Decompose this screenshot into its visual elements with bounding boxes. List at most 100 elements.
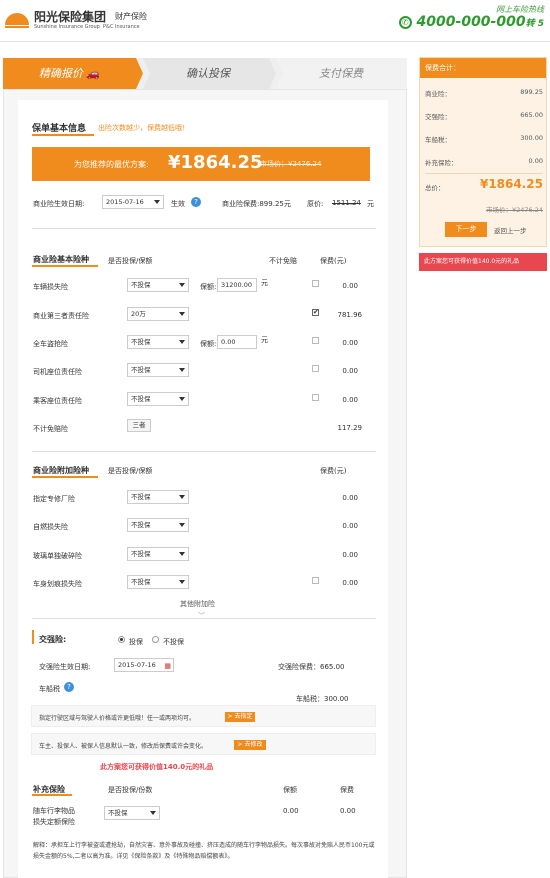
tax-help-icon[interactable]: ?	[64, 682, 74, 692]
brand-name: 阳光保险集团	[34, 10, 107, 24]
supp-name-2: 损失定额保险	[33, 818, 75, 826]
theft-amount[interactable]: 0.00	[217, 335, 257, 349]
summary-tax: 车船税： 300.00	[425, 134, 543, 144]
scratch-select[interactable]: 不投保	[127, 575, 189, 589]
amount-label: 保额:	[200, 283, 217, 291]
row-fee: 0.00	[342, 579, 358, 587]
compulsory-date-input[interactable]: 2015-07-16 ▦	[114, 658, 174, 672]
orig-price: 1511.24	[332, 199, 361, 207]
radio-no-label: 不投保	[163, 638, 184, 646]
row-fee: 117.29	[337, 424, 363, 432]
summary-total: 总价： ¥1864.25	[425, 177, 543, 192]
chevron-down-icon[interactable]: ﹀	[198, 611, 205, 621]
summary-commercial: 商业险： 899.25	[425, 88, 543, 98]
specify-button[interactable]: > 去指定	[225, 712, 255, 722]
calendar-icon[interactable]: ▦	[164, 660, 171, 672]
vehicle-loss-amount[interactable]: 31200.00	[217, 278, 257, 292]
brand-name-en: Sunshine Insurance Group P&C Insurance	[34, 24, 140, 30]
tax-text: 车船税：300.00	[296, 695, 349, 703]
gift-text: 此方案您可获得价值140.0元的礼品	[100, 763, 214, 771]
notice-text: 指定行驶区域与驾驶人价格或许更低哦！任一或两项均可。	[39, 715, 196, 722]
back-link[interactable]: 返回上一步	[494, 225, 527, 235]
deduct-third-button[interactable]: 三者	[127, 419, 151, 432]
row-fee: 0.00	[342, 551, 358, 559]
col-fee: 保费(元)	[320, 467, 347, 475]
step-quote: 精确报价 🚗	[38, 67, 101, 80]
more-additional-link[interactable]: 其他附加险	[180, 599, 215, 609]
orig-label: 原价:	[307, 200, 324, 208]
radio-yes-label: 投保	[129, 638, 143, 646]
compulsory-date-label: 交强险生效日期:	[39, 663, 91, 671]
next-button[interactable]: 下一步	[445, 222, 487, 237]
site-header: 阳光保险集团 Sunshine Insurance Group P&C Insu…	[0, 0, 550, 42]
summary-title: 保费合计：	[420, 58, 546, 78]
supp-fee: 0.00	[340, 807, 356, 815]
col-deduct: 不计免赔	[269, 257, 297, 265]
supp-amount: 0.00	[283, 807, 299, 815]
radio-no[interactable]	[152, 636, 159, 643]
supp-name: 随车行李物品	[33, 807, 75, 815]
notice-region: 指定行驶区域与驾驶人价格或许更低哦！任一或两项均可。 > 去指定	[31, 705, 376, 727]
amount-unit: 元	[261, 279, 268, 287]
basic-title: 保单基本信息	[32, 124, 87, 134]
row-name: 自燃损失险	[33, 523, 68, 531]
col-fee: 保费(元)	[320, 257, 347, 265]
glass-select[interactable]: 不投保	[127, 547, 189, 561]
rec-label: 为您推荐的最优方案:	[74, 160, 149, 169]
orig-unit: 元	[367, 200, 374, 208]
row-name: 玻璃单独破碎险	[33, 552, 82, 560]
step-pay: 支付保费	[319, 67, 363, 80]
row-fee: 0.00	[342, 522, 358, 530]
repair-shop-select[interactable]: 不投保	[127, 490, 189, 504]
notice-text: 车主、投保人、被保人信息默认一致，修改后保费或许会变化。	[39, 743, 208, 750]
brand-sub: 财产保险	[115, 12, 147, 21]
tax-label: 车船税	[39, 685, 60, 693]
col-cover: 是否投保/份数	[108, 786, 153, 794]
hotline-number: ✆ 4000-000-000转 5	[398, 14, 544, 30]
summary-market: 市场价：¥2476.24	[485, 206, 543, 214]
modify-button[interactable]: > 去修改	[234, 740, 266, 750]
col-fee: 保费	[340, 786, 354, 794]
market-price: 市场价：¥2476.24	[260, 160, 322, 168]
row-name: 乘客座位责任险	[33, 397, 82, 405]
amount-label: 保额:	[200, 340, 217, 348]
help-icon[interactable]: ?	[191, 197, 201, 207]
commercial-premium: 商业险保费:899.25元	[222, 200, 291, 208]
driver-seat-select[interactable]: 不投保	[127, 363, 189, 377]
commercial-date-select[interactable]: 2015-07-16	[102, 195, 164, 209]
row-name: 车辆损失险	[33, 283, 68, 291]
summary-gift: 此方案您可获得价值140.0元的礼品	[419, 253, 547, 271]
row-fee: 0.00	[342, 282, 358, 290]
row-name: 不计免赔险	[33, 425, 68, 433]
radio-yes[interactable]	[118, 636, 125, 643]
rec-price: ¥1864.25	[168, 152, 263, 173]
vehicle-loss-select[interactable]: 不投保	[127, 278, 189, 292]
supplement-note: 解释：承担车上行李被盗或遭抢劫，自然灾害、意外事故及碰撞、挤压造成的随车行李物品…	[33, 842, 375, 860]
sunshine-logo-icon	[5, 13, 29, 28]
row-fee: 781.96	[337, 311, 363, 319]
row-name: 指定专修厂险	[33, 495, 75, 503]
col-cover: 是否投保/保额	[108, 467, 153, 475]
premium-summary: 保费合计： 商业险： 899.25 交强险： 665.00 车船税： 300.00 补…	[419, 57, 547, 247]
row-fee: 0.00	[342, 339, 358, 347]
compulsory-title: 交强险:	[39, 635, 67, 644]
row-fee: 0.00	[342, 367, 358, 375]
third-party-select[interactable]: 20万	[127, 307, 189, 321]
passenger-seat-select[interactable]: 不投保	[127, 392, 189, 406]
theft-select[interactable]: 不投保	[127, 335, 189, 349]
row-fee: 0.00	[342, 494, 358, 502]
notice-owner: 车主、投保人、被保人信息默认一致，修改后保费或许会变化。 > 去修改	[31, 733, 376, 755]
date-label: 商业险生效日期:	[33, 200, 85, 208]
row-fee: 0.00	[342, 396, 358, 404]
phone-icon: ✆	[398, 16, 412, 29]
car-icon: 🚗	[86, 67, 101, 80]
deduct-checkbox-checked[interactable]: ✔	[312, 309, 319, 316]
luggage-select[interactable]: 不投保	[104, 806, 160, 820]
row-name: 司机座位责任险	[33, 368, 82, 376]
effect-label: 生效	[171, 200, 185, 208]
col-amount: 保额	[283, 786, 297, 794]
row-name: 车身划痕损失险	[33, 580, 82, 588]
summary-supplement: 补充保险： 0.00	[425, 157, 543, 167]
self-ignite-select[interactable]: 不投保	[127, 518, 189, 532]
summary-compulsory: 交强险： 665.00	[425, 111, 543, 121]
